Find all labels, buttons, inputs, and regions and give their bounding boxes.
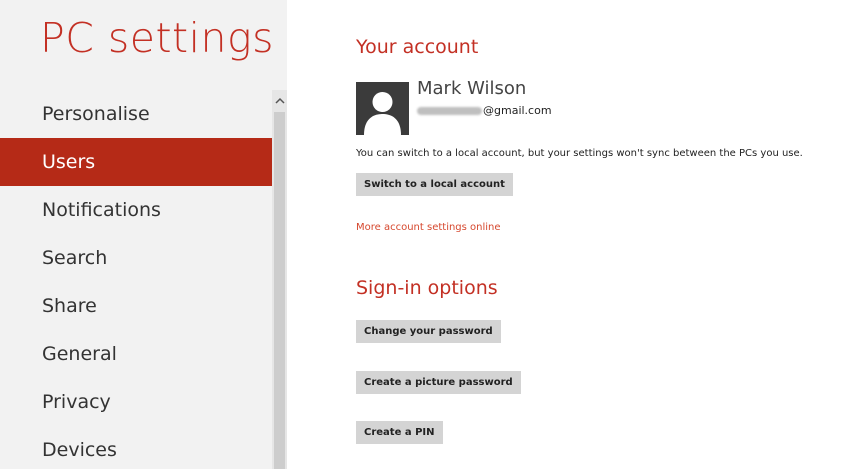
- nav-item-notifications[interactable]: Notifications: [0, 186, 272, 234]
- more-account-settings-link[interactable]: More account settings online: [356, 222, 501, 233]
- nav-item-devices[interactable]: Devices: [0, 426, 272, 469]
- email-redaction: [417, 106, 482, 115]
- nav-item-personalise[interactable]: Personalise: [0, 90, 272, 138]
- nav-item-share[interactable]: Share: [0, 282, 272, 330]
- local-account-info: You can switch to a local account, but y…: [356, 148, 803, 159]
- nav-item-privacy[interactable]: Privacy: [0, 378, 272, 426]
- nav-list: Personalise Users Notifications Search S…: [0, 90, 272, 469]
- sign-in-options-heading: Sign-in options: [356, 277, 498, 299]
- pc-settings-window: PC settings Personalise Users Notificati…: [0, 0, 854, 469]
- change-password-button[interactable]: Change your password: [356, 320, 501, 343]
- user-name: Mark Wilson: [417, 78, 527, 99]
- user-silhouette-icon: [356, 82, 409, 135]
- create-picture-password-button[interactable]: Create a picture password: [356, 371, 521, 394]
- app-title: PC settings: [40, 14, 274, 62]
- nav-item-general[interactable]: General: [0, 330, 272, 378]
- switch-to-local-account-button[interactable]: Switch to a local account: [356, 173, 513, 196]
- nav-scrollbar[interactable]: [272, 90, 287, 469]
- left-pane: PC settings Personalise Users Notificati…: [0, 0, 287, 469]
- your-account-heading: Your account: [356, 36, 479, 58]
- nav-item-search[interactable]: Search: [0, 234, 272, 282]
- create-pin-button[interactable]: Create a PIN: [356, 421, 443, 444]
- nav-item-users[interactable]: Users: [0, 138, 272, 186]
- chevron-up-icon[interactable]: [272, 94, 287, 108]
- email-domain: @gmail.com: [483, 104, 552, 117]
- user-email: @gmail.com: [417, 104, 552, 117]
- scroll-thumb[interactable]: [274, 112, 285, 469]
